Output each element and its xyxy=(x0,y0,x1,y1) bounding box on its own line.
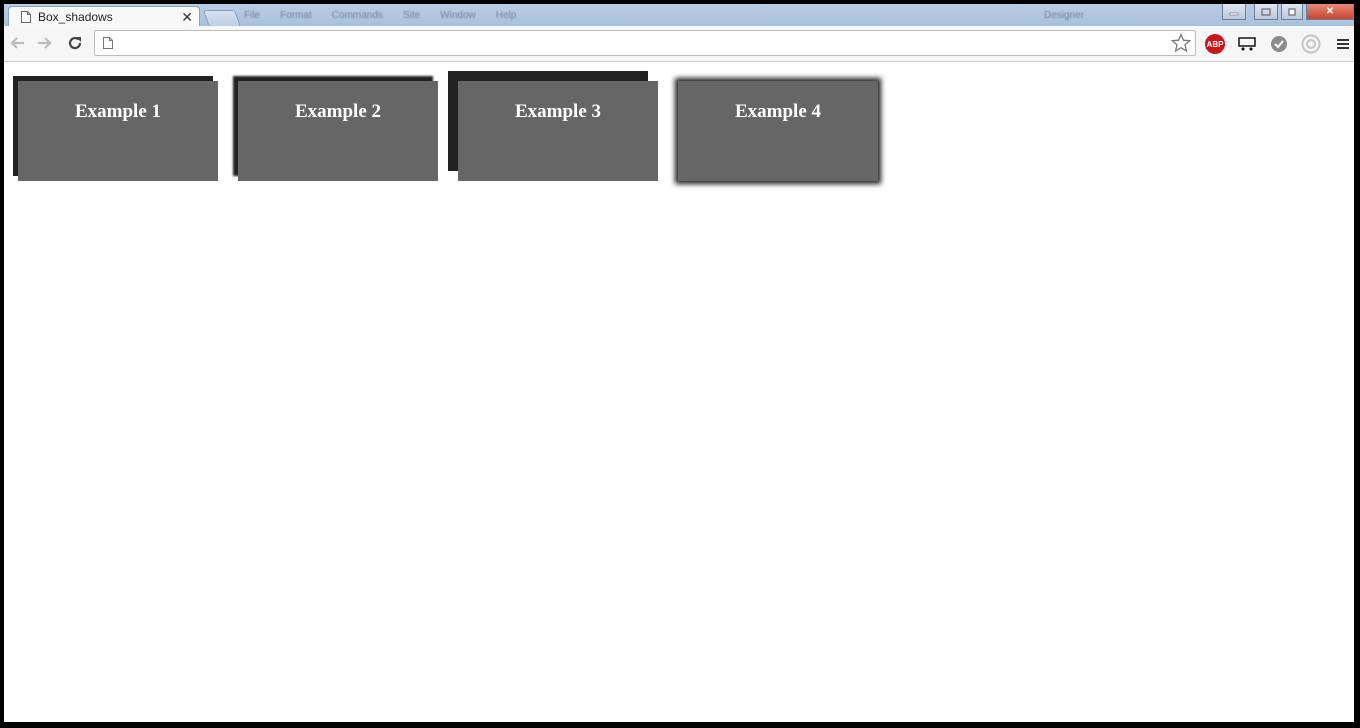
background-app-menu: File Format Commands Site Window Help xyxy=(244,10,516,21)
bg-menu-item: File xyxy=(244,10,261,21)
browser-toolbar: ABP xyxy=(4,26,1354,62)
example-label: Example 2 xyxy=(294,101,382,122)
menu-button[interactable] xyxy=(1332,33,1354,55)
restore-button[interactable] xyxy=(1254,4,1278,20)
cast-button[interactable] xyxy=(1236,33,1258,55)
circle-icon xyxy=(1301,34,1321,54)
bg-menu-item: Commands xyxy=(331,10,383,21)
adblock-plus-icon: ABP xyxy=(1205,34,1225,54)
minimize-button[interactable] xyxy=(1222,4,1246,20)
address-bar[interactable] xyxy=(94,30,1196,56)
maximize-icon xyxy=(1288,8,1296,15)
bg-menu-item: Window xyxy=(440,10,476,21)
bookmark-star-icon[interactable] xyxy=(1171,33,1191,53)
example-box-4: Example 4 xyxy=(678,81,878,181)
close-window-button[interactable]: ✕ xyxy=(1306,4,1354,20)
restore-icon xyxy=(1261,8,1271,15)
check-icon xyxy=(1271,36,1287,52)
cast-icon xyxy=(1238,37,1256,51)
bg-menu-item: Format xyxy=(280,10,312,21)
hamburger-menu-icon xyxy=(1337,39,1349,49)
new-tab-button[interactable] xyxy=(202,10,242,26)
url-input[interactable] xyxy=(123,34,1167,54)
minimize-icon xyxy=(1229,12,1239,15)
tab-title: Box_shadows xyxy=(38,10,113,24)
forward-button[interactable] xyxy=(34,32,56,54)
example-box-3: Example 3 xyxy=(458,81,658,181)
example-box-2: Example 2 xyxy=(238,81,438,181)
background-user-label: Designer xyxy=(1044,10,1085,21)
page-content: Example 1 Example 2 Example 3 Example 4 xyxy=(4,62,1354,722)
reload-button[interactable] xyxy=(64,32,86,54)
back-arrow-icon xyxy=(10,37,24,49)
example-label: Example 4 xyxy=(734,101,822,122)
page-icon xyxy=(103,37,113,49)
example-label: Example 1 xyxy=(74,101,162,122)
maximize-button[interactable] xyxy=(1281,4,1303,20)
tab-close-icon[interactable]: ✕ xyxy=(181,10,193,24)
page-icon xyxy=(21,11,31,23)
adblock-plus-button[interactable]: ABP xyxy=(1204,33,1226,55)
tab-box-shadows[interactable]: Box_shadows ✕ xyxy=(8,6,200,26)
circle-extension-button[interactable] xyxy=(1300,33,1322,55)
back-button[interactable] xyxy=(6,32,28,54)
tab-strip: Box_shadows ✕ File Format Commands Site … xyxy=(4,4,1354,26)
check-extension-button[interactable] xyxy=(1268,33,1290,55)
example-box-1: Example 1 xyxy=(18,81,218,181)
bg-menu-item: Help xyxy=(495,10,517,21)
browser-window: Box_shadows ✕ File Format Commands Site … xyxy=(4,4,1354,722)
forward-arrow-icon xyxy=(38,37,52,49)
example-label: Example 3 xyxy=(514,101,602,122)
bg-menu-item: Site xyxy=(402,10,421,21)
reload-icon xyxy=(68,36,82,50)
